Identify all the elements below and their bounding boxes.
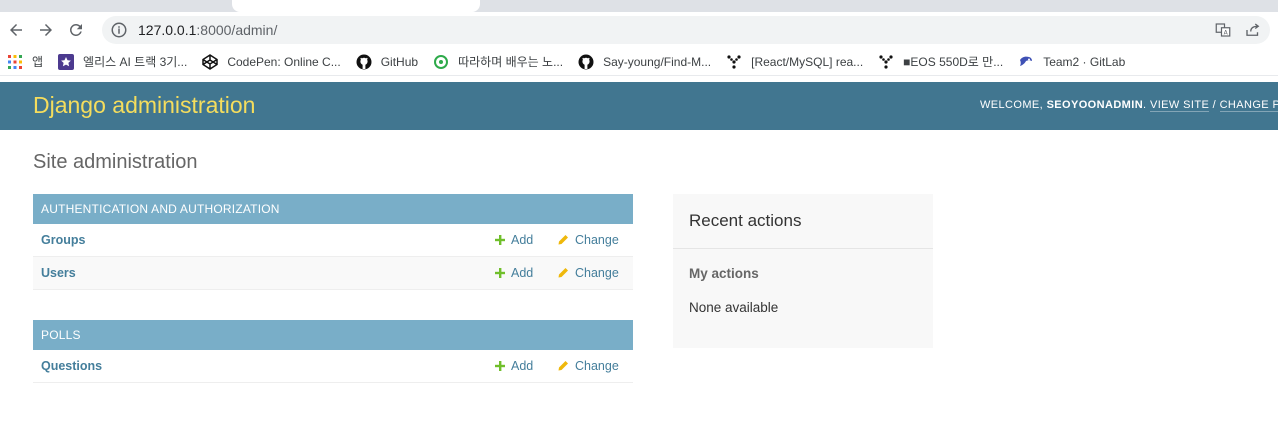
back-button[interactable]: [2, 16, 30, 44]
model-link-users[interactable]: Users: [41, 266, 76, 280]
add-users-link[interactable]: Add: [495, 266, 533, 280]
bookmark-eos[interactable]: ■EOS 550D로 만...: [878, 53, 1003, 70]
bookmark-node-course[interactable]: 따라하며 배우는 노...: [433, 53, 563, 70]
recent-actions-panel: Recent actions My actions None available: [673, 194, 933, 348]
codepen-icon: [202, 53, 219, 70]
bookmark-codepen[interactable]: CodePen: Online C...: [202, 53, 341, 70]
module-caption[interactable]: AUTHENTICATION AND AUTHORIZATION: [33, 194, 633, 224]
browser-tab-strip: [0, 0, 1278, 12]
bookmark-label: ■EOS 550D로 만...: [903, 55, 1004, 69]
browser-toolbar: 127.0.0.1:8000/admin/ A: [0, 12, 1278, 48]
welcome-text: WELCOME,: [980, 99, 1047, 111]
address-bar[interactable]: 127.0.0.1:8000/admin/ A: [102, 16, 1270, 44]
change-label: Change: [575, 233, 619, 247]
separator-dot: .: [1143, 99, 1150, 111]
user-tools: WELCOME, SEOYOONADMIN. VIEW SITE / CHANG…: [980, 99, 1278, 112]
add-groups-link[interactable]: Add: [495, 233, 533, 247]
url-text[interactable]: 127.0.0.1:8000/admin/: [138, 22, 277, 38]
bookmark-label: [React/MySQL] rea...: [751, 54, 864, 69]
github-icon: [356, 54, 372, 70]
no-actions-text: None available: [689, 300, 779, 315]
app-module-polls: POLLS Questions Add Change: [33, 320, 633, 383]
bookmark-label: GitHub: [380, 54, 419, 69]
add-label: Add: [511, 266, 534, 280]
bookmark-label: 따라하며 배우는 노...: [458, 55, 564, 69]
change-label: Change: [575, 266, 619, 280]
bookmark-apps[interactable]: 앱: [7, 53, 43, 70]
change-groups-link[interactable]: Change: [557, 233, 619, 247]
gitlab-icon: [1018, 54, 1034, 70]
admin-header: Django administration WELCOME, SEOYOONAD…: [0, 82, 1278, 130]
model-row-users: Users Add Change: [33, 257, 633, 290]
url-host: 127.0.0.1: [138, 22, 197, 38]
change-pencil-icon: [558, 235, 568, 245]
add-label: Add: [511, 233, 534, 247]
apps-grid-icon: [7, 54, 23, 70]
forward-arrow-icon: [40, 24, 52, 36]
github-icon: [578, 54, 594, 70]
username: SEOYOONADMIN: [1046, 99, 1144, 111]
bookmark-github[interactable]: GitHub: [356, 54, 418, 70]
model-row-groups: Groups Add Change: [33, 224, 633, 257]
translate-icon[interactable]: A: [1214, 21, 1232, 39]
separator-slash: /: [1209, 99, 1220, 111]
module-caption[interactable]: POLLS: [33, 320, 633, 350]
reload-icon: [69, 23, 82, 36]
add-plus-icon: [495, 361, 505, 371]
recent-actions-title: Recent actions: [689, 211, 802, 230]
bookmark-elice[interactable]: 엘리스 AI 트랙 3기...: [58, 53, 187, 70]
site-branding[interactable]: Django administration: [33, 92, 255, 119]
site-info-icon[interactable]: [110, 21, 128, 39]
page-title: Site administration: [33, 151, 198, 173]
url-path: :8000/admin/: [196, 22, 278, 38]
bookmark-label: Team2 · GitLab: [1043, 54, 1126, 69]
model-row-questions: Questions Add Change: [33, 350, 633, 383]
bookmark-find-m[interactable]: Say-young/Find-M...: [578, 54, 711, 70]
change-pencil-icon: [558, 268, 568, 278]
change-password-link[interactable]: CHANGE PASSWORD: [1219, 99, 1278, 112]
green-circle-icon: [433, 54, 449, 70]
bookmark-react-mysql[interactable]: [React/MySQL] rea...: [726, 54, 863, 70]
change-questions-link[interactable]: Change: [557, 359, 619, 373]
add-plus-icon: [495, 235, 505, 245]
model-link-groups[interactable]: Groups: [41, 233, 85, 247]
model-link-questions[interactable]: Questions: [41, 359, 102, 373]
change-users-link[interactable]: Change: [557, 266, 619, 280]
back-arrow-icon: [10, 24, 22, 36]
velog-icon: [726, 54, 742, 70]
bookmark-label: 앱: [32, 55, 44, 69]
add-label: Add: [511, 359, 534, 373]
share-icon[interactable]: [1244, 21, 1262, 39]
add-plus-icon: [495, 268, 505, 278]
divider: [673, 248, 933, 249]
reload-button[interactable]: [62, 16, 90, 44]
bookmark-label: Say-young/Find-M...: [603, 54, 712, 69]
add-questions-link[interactable]: Add: [495, 359, 533, 373]
bookmarks-bar: 앱 엘리스 AI 트랙 3기... CodePen: Online C... G…: [0, 48, 1278, 76]
bookmark-label: CodePen: Online C...: [227, 54, 341, 69]
active-browser-tab[interactable]: [232, 0, 480, 12]
bookmark-label: 엘리스 AI 트랙 3기...: [83, 55, 188, 69]
change-pencil-icon: [558, 361, 568, 371]
velog-icon: [878, 54, 894, 70]
view-site-link[interactable]: VIEW SITE: [1149, 99, 1210, 112]
bookmark-gitlab[interactable]: Team2 · GitLab: [1018, 54, 1125, 70]
forward-button[interactable]: [32, 16, 60, 44]
my-actions-heading: My actions: [689, 266, 759, 281]
elice-icon: [58, 53, 75, 70]
change-label: Change: [575, 359, 619, 373]
app-module-auth: AUTHENTICATION AND AUTHORIZATION Groups …: [33, 194, 633, 290]
